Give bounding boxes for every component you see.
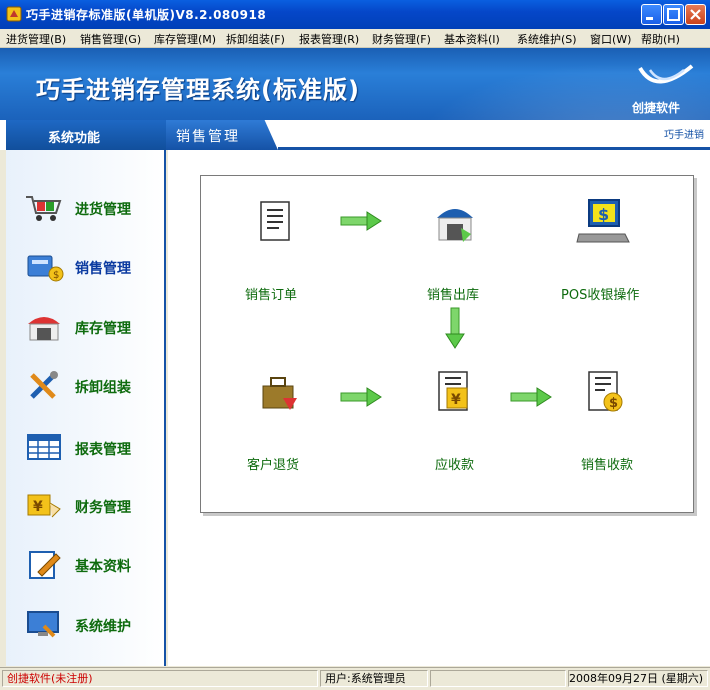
menu-window[interactable]: 窗口(W): [590, 31, 631, 47]
return-bag-icon: [262, 377, 297, 410]
sidebar-item-reports[interactable]: 报表管理: [12, 427, 162, 467]
menu-assembly[interactable]: 拆卸组装(F): [226, 31, 285, 47]
sidebar-item-label: 进货管理: [75, 202, 131, 218]
arrow-down-icon: [445, 307, 465, 349]
close-icon: [690, 9, 701, 20]
pos-terminal-icon: $: [576, 199, 630, 243]
app-icon: [6, 6, 22, 22]
minimize-button[interactable]: [641, 4, 662, 25]
tools-icon: [30, 371, 58, 399]
sidebar-item-inventory[interactable]: 库存管理: [12, 306, 162, 346]
menu-finance[interactable]: 财务管理(F): [372, 31, 431, 47]
banner-title: 巧手进销存管理系统(标准版): [36, 76, 360, 104]
monitor-icon: [27, 611, 59, 638]
status-bar: 创捷软件(未注册) 用户:系统管理员 2008年09月27日 (星期六): [0, 667, 710, 690]
flow-sales-collection[interactable]: $ 销售收款: [577, 368, 647, 473]
edit-icon: [29, 551, 61, 579]
section-title: 销售管理: [176, 129, 240, 145]
company-name: 创捷软件: [632, 101, 681, 115]
status-user: 用户:系统管理员: [320, 670, 428, 687]
arrow-right-icon: [510, 387, 552, 407]
status-empty: [430, 670, 566, 687]
sales-icon: $: [27, 255, 64, 282]
sidebar-item-label: 销售管理: [75, 261, 131, 277]
maximize-icon: [667, 8, 680, 21]
sidebar-item-label: 系统维护: [75, 619, 131, 635]
sidebar-item-finance[interactable]: ¥ 财务管理: [12, 485, 162, 525]
flow-label: 销售收款: [581, 458, 634, 473]
sidebar-item-basic-data[interactable]: 基本资料: [12, 544, 162, 584]
section-tab: 销售管理: [166, 120, 278, 150]
marquee-text: 巧手进销: [664, 130, 704, 141]
sidebar-item-label: 财务管理: [75, 500, 131, 516]
sales-flow-panel: 销售订单 销售出库 $ POS收银操作 客户退货 ¥ 应收款 $ 销售收款: [200, 175, 694, 513]
finance-icon: ¥: [27, 494, 61, 518]
arrow-right-icon: [340, 211, 382, 231]
flow-pos[interactable]: $ POS收银操作: [561, 198, 651, 303]
collection-document-icon: $: [588, 371, 623, 412]
flow-label: 销售出库: [427, 288, 480, 303]
sidebar-item-label: 报表管理: [75, 442, 131, 458]
flow-label: 销售订单: [245, 288, 298, 303]
sidebar-item-label: 库存管理: [75, 321, 131, 337]
flow-sales-outbound[interactable]: 销售出库: [421, 198, 491, 303]
table-icon: [27, 434, 61, 460]
warehouse-out-icon: [437, 209, 473, 242]
close-button[interactable]: [685, 4, 706, 25]
sidebar-item-label: 基本资料: [75, 559, 131, 575]
svg-text:$: $: [598, 205, 609, 224]
svg-text:¥: ¥: [33, 499, 43, 515]
status-registration: 创捷软件(未注册): [2, 670, 318, 687]
system-functions-title: 系统功能: [48, 131, 101, 146]
flow-label: POS收银操作: [561, 288, 640, 303]
cart-icon: [26, 196, 62, 221]
menu-basic-data[interactable]: 基本资料(I): [444, 31, 500, 47]
menu-sales[interactable]: 销售管理(G): [80, 31, 141, 47]
status-date: 2008年09月27日 (星期六): [568, 670, 708, 687]
minimize-icon: [646, 17, 653, 20]
flow-customer-return[interactable]: 客户退货: [241, 368, 321, 473]
document-icon: [260, 201, 290, 241]
section-header: 系统功能 销售管理 巧手进销: [0, 120, 710, 150]
sidebar-item-purchase[interactable]: 进货管理: [12, 187, 162, 227]
window-title: 巧手进销存标准版(单机版)V8.2.080918: [26, 8, 267, 22]
flow-receivable[interactable]: ¥ 应收款: [421, 368, 491, 473]
app-banner: 巧手进销存管理系统(标准版) 创捷软件: [0, 48, 710, 120]
flow-label: 客户退货: [247, 458, 300, 473]
system-functions-header: 系统功能: [6, 120, 166, 150]
menu-system[interactable]: 系统维护(S): [517, 31, 577, 47]
sidebar-item-assembly[interactable]: 拆卸组装: [12, 365, 162, 405]
svg-text:$: $: [53, 270, 59, 281]
receivable-document-icon: ¥: [438, 371, 468, 411]
sidebar: 进货管理 $ 销售管理 库存管理 拆卸组装 报表管理 ¥ 财务管理 基本资料 系…: [6, 150, 166, 666]
svg-text:$: $: [609, 396, 618, 411]
sidebar-item-system[interactable]: 系统维护: [12, 604, 162, 644]
svg-text:¥: ¥: [451, 392, 461, 408]
title-bar: 巧手进销存标准版(单机版)V8.2.080918: [0, 0, 710, 29]
sidebar-item-label: 拆卸组装: [75, 380, 131, 396]
flow-sales-order[interactable]: 销售订单: [241, 198, 311, 303]
flow-label: 应收款: [435, 458, 475, 473]
menu-purchase[interactable]: 进货管理(B): [6, 31, 66, 47]
menu-reports[interactable]: 报表管理(R): [299, 31, 359, 47]
menu-inventory[interactable]: 库存管理(M): [154, 31, 216, 47]
arrow-right-icon: [340, 387, 382, 407]
warehouse-icon: [28, 317, 60, 341]
company-logo-icon: [638, 64, 694, 84]
maximize-button[interactable]: [663, 4, 684, 25]
menu-help[interactable]: 帮助(H): [641, 31, 680, 47]
menu-bar: 进货管理(B) 销售管理(G) 库存管理(M) 拆卸组装(F) 报表管理(R) …: [0, 29, 710, 48]
sidebar-item-sales[interactable]: $ 销售管理: [12, 246, 162, 286]
